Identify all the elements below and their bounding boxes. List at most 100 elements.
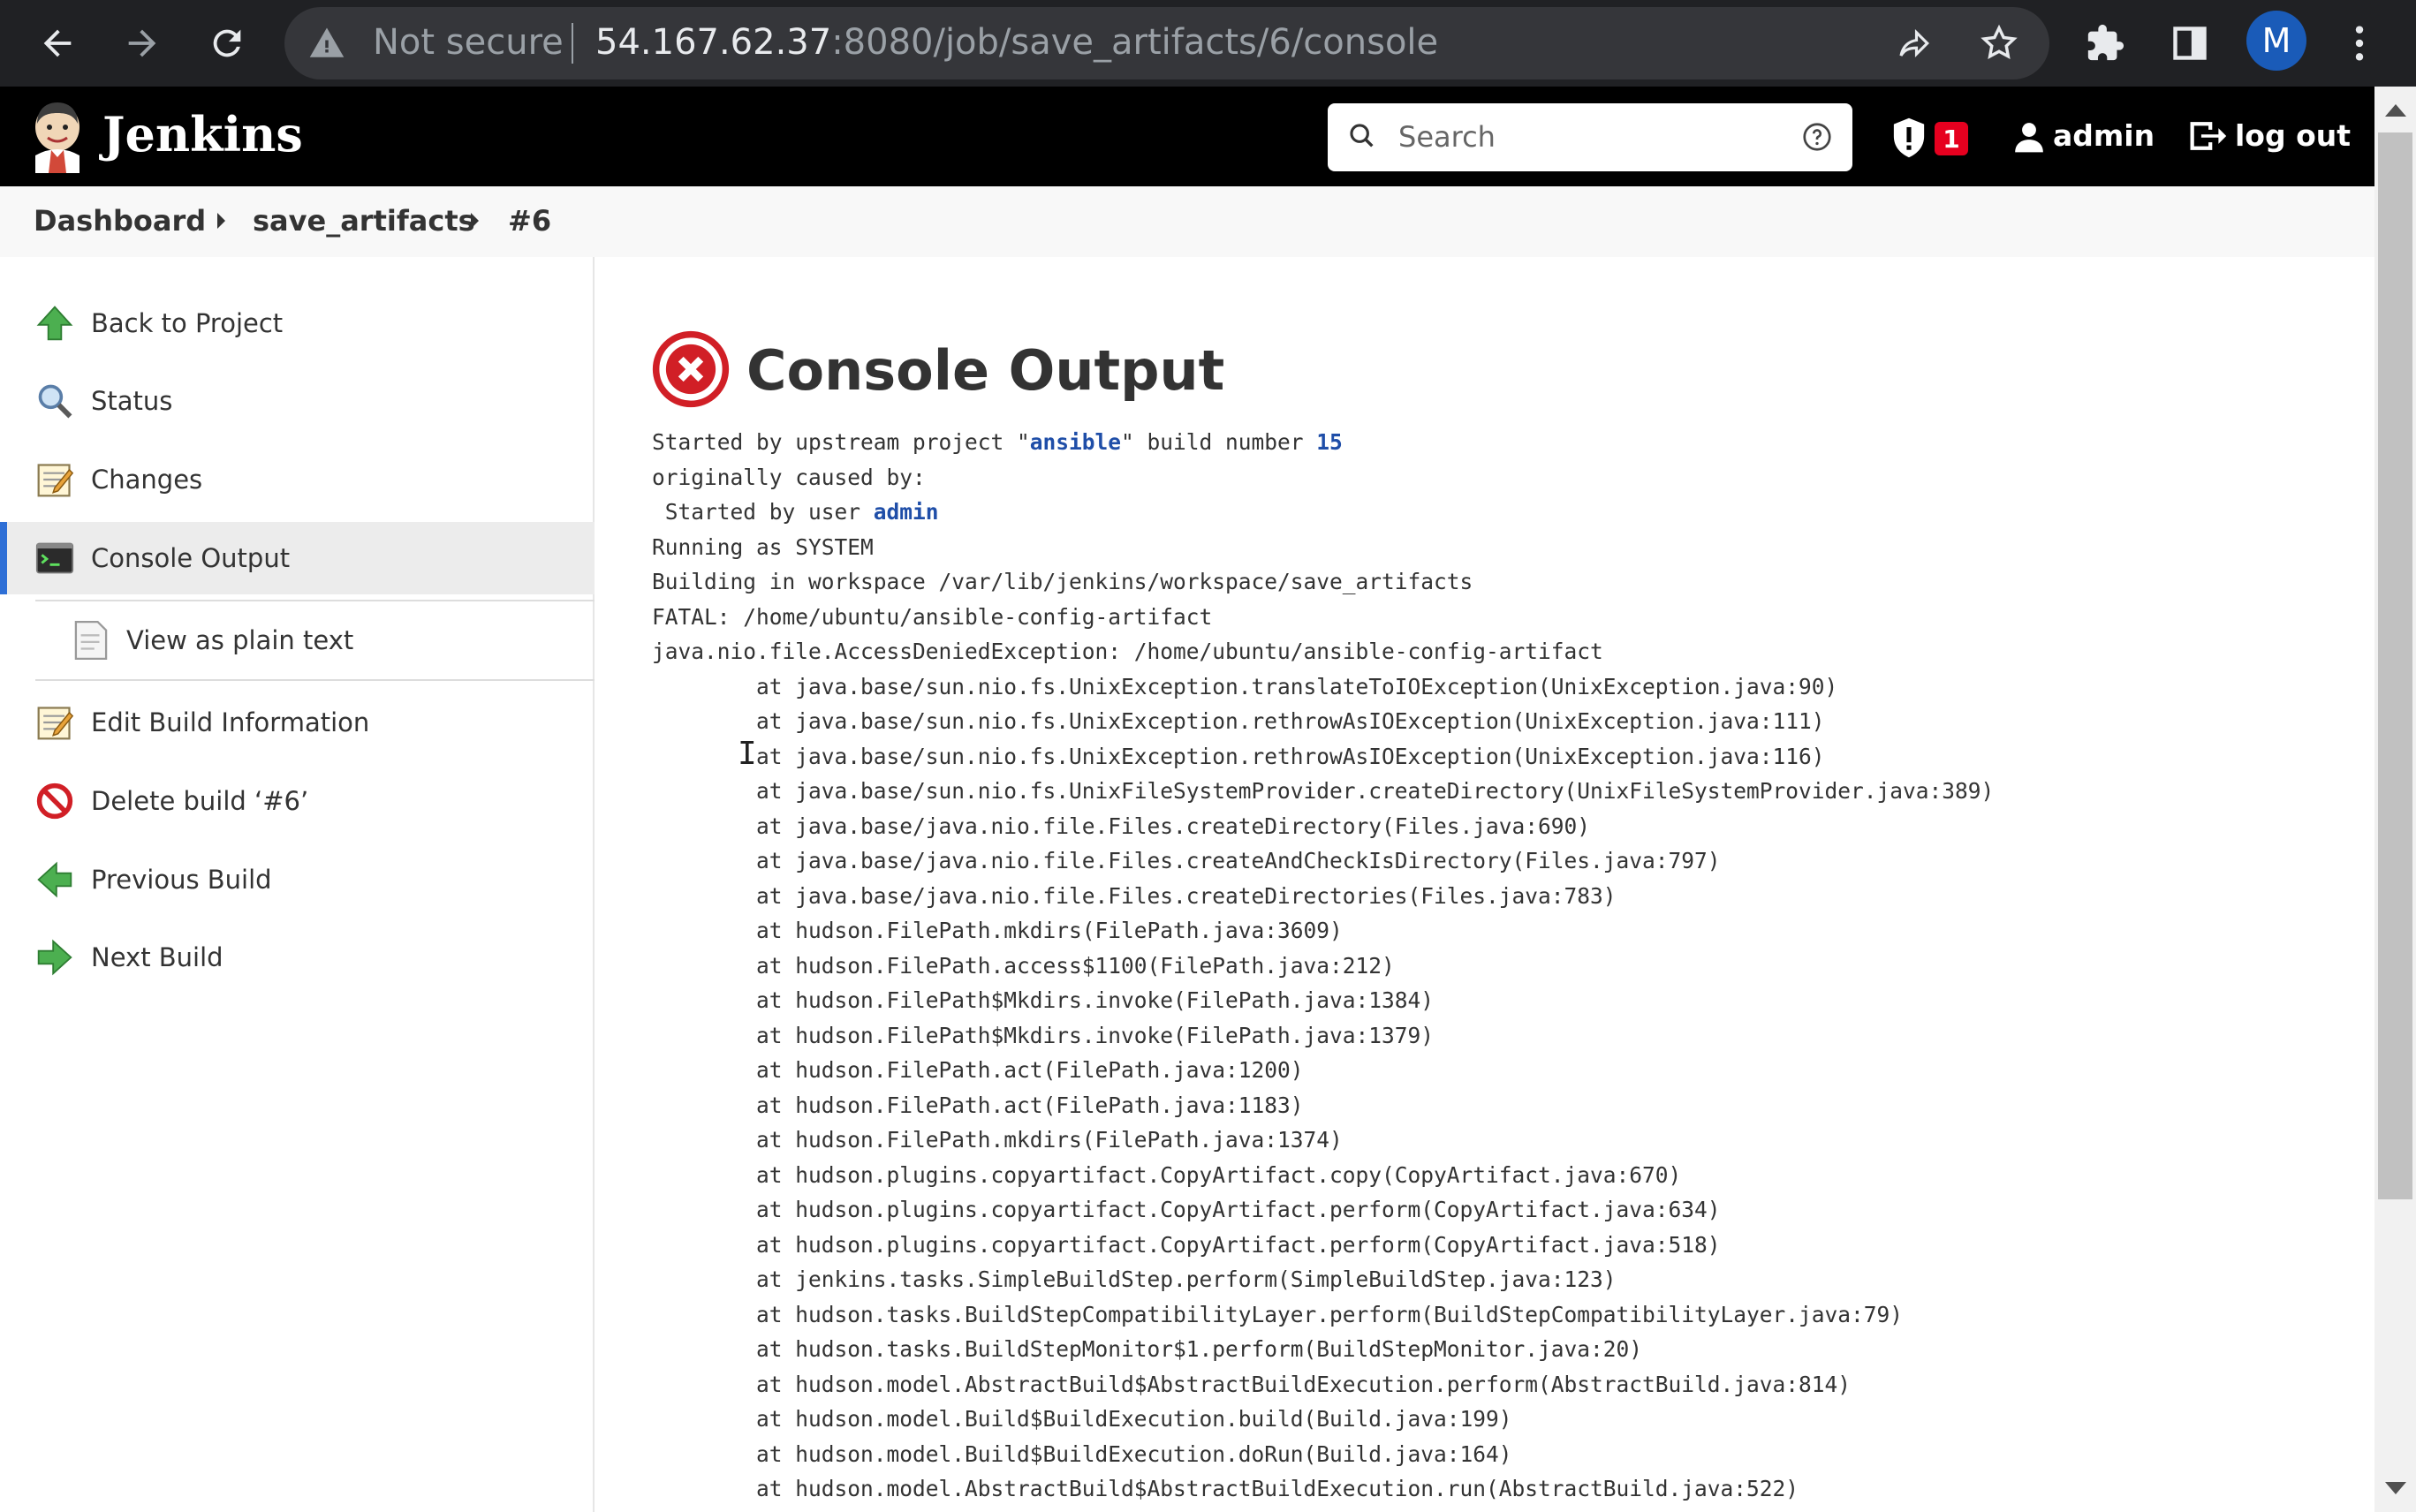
reload-icon[interactable] [196,12,258,74]
console-line: at hudson.FilePath.act(FilePath.java:120… [756,1057,1304,1083]
jenkins-title[interactable]: Jenkins [102,106,303,163]
search-icon [1350,124,1374,147]
sidebar-item-label: Console Output [91,543,291,573]
console-line: at hudson.FilePath$Mkdirs.invoke(FilePat… [756,987,1435,1013]
console-line: Started by upstream project "ansible" bu… [652,429,1343,455]
sidebar-item-back-to-project[interactable]: Back to Project [0,287,595,359]
magnifier-icon [38,384,72,419]
sidebar-item-next-build[interactable]: Next Build [0,921,595,994]
user-link[interactable]: admin [874,499,939,525]
security-badge-count[interactable]: 1 [1935,122,1968,155]
console-line: at hudson.plugins.copyartifact.CopyArtif… [756,1197,1721,1222]
sidebar-item-label: Status [91,386,173,416]
page-scrollbar[interactable] [2374,87,2416,1512]
security-shield-icon[interactable] [1890,117,1927,159]
text-cursor-icon: I [738,736,757,772]
logout-icon[interactable] [2187,118,2228,154]
console-line: at hudson.FilePath.act(FilePath.java:118… [756,1092,1304,1118]
scroll-down-arrow-icon[interactable] [2385,1482,2406,1494]
sidebar-item-label: Delete build ‘#6’ [91,786,309,816]
forward-arrow-icon[interactable] [111,12,173,74]
url-host: 54.167.62.37 [595,22,832,63]
sidebar-divider [35,679,595,681]
sidebar-item-previous-build[interactable]: Previous Build [0,843,595,916]
console-output: Started by upstream project "ansible" bu… [652,425,1994,1507]
console-line: originally caused by: [652,464,926,490]
scroll-up-arrow-icon[interactable] [2385,104,2406,117]
scrollbar-thumb[interactable] [2378,132,2412,1199]
logout-link[interactable]: log out [2235,118,2351,153]
console-line: at hudson.plugins.copyartifact.CopyArtif… [756,1161,1682,1188]
browser-toolbar: Not secure 54.167.62.37:8080/job/save_ar… [0,0,2416,87]
breadcrumb-job[interactable]: save_artifacts [253,204,475,238]
omnibox-divider [572,23,573,64]
console-line: java.nio.file.AccessDeniedException: /ho… [652,639,1603,664]
jenkins-logo-icon[interactable] [30,101,85,173]
breadcrumb-build[interactable]: #6 [508,204,551,238]
share-icon[interactable] [1894,25,1933,62]
terminal-icon [35,542,74,574]
right-arrow-icon [37,939,72,976]
jenkins-header: Jenkins 1 admin log out [0,87,2374,186]
warning-icon[interactable] [307,25,346,62]
help-icon[interactable] [1801,121,1833,153]
breadcrumb-separator-icon[interactable] [471,213,479,229]
page-title: Console Output [746,338,1225,403]
user-name-link[interactable]: admin [2053,118,2155,153]
back-arrow-icon[interactable] [27,12,88,74]
console-line: at hudson.model.AbstractBuild$AbstractBu… [652,1476,1799,1501]
console-line: at hudson.plugins.copyartifact.CopyArtif… [756,1231,1721,1258]
upstream-build-link[interactable]: 15 [1316,429,1343,455]
sidebar-item-console-output[interactable]: Console Output [0,522,595,594]
console-line: at java.base/sun.nio.fs.UnixException.re… [756,708,1825,734]
extensions-puzzle-icon[interactable] [2074,12,2136,74]
sidebar-item-changes[interactable]: Changes [0,443,595,516]
sidebar-item-label: Next Build [91,942,223,972]
console-line: at hudson.FilePath.mkdirs(FilePath.java:… [756,918,1343,943]
breadcrumb-separator-icon[interactable] [217,213,225,229]
console-log-lines: Running as SYSTEM Building in workspace … [652,534,1994,1502]
url-text: 54.167.62.37:8080/job/save_artifacts/6/c… [595,22,1438,63]
console-line: at java.base/java.nio.file.Files.createD… [756,813,1591,839]
no-entry-icon [36,782,73,820]
search-input[interactable] [1398,114,1778,160]
console-line: at hudson.model.AbstractBuild$AbstractBu… [756,1371,1852,1397]
kebab-menu-icon[interactable] [2329,12,2390,74]
sidebar: Back to Project Status Changes Console O… [0,257,595,1512]
console-line: Running as SYSTEM [652,533,874,560]
console-line: at hudson.FilePath.mkdirs(FilePath.java:… [756,1127,1343,1153]
profile-avatar[interactable]: M [2246,11,2306,71]
console-line: at hudson.model.Build$BuildExecution.bui… [756,1406,1512,1432]
main-content: Console Output Started by upstream proje… [595,257,2374,1512]
console-line: at hudson.FilePath.access$1100(FilePath.… [756,952,1395,979]
sidebar-item-edit-build-information[interactable]: Edit Build Information [0,686,595,759]
console-line: FATAL: /home/ubuntu/ansible-config-artif… [652,603,1213,630]
breadcrumb-dashboard[interactable]: Dashboard [34,204,206,238]
console-line: at java.base/sun.nio.fs.UnixException.tr… [756,673,1838,699]
side-panel-icon[interactable] [2159,12,2221,74]
sidebar-divider [35,600,595,601]
document-icon [74,620,108,661]
console-line: at java.base/sun.nio.fs.UnixFileSystemPr… [756,778,1995,804]
up-arrow-icon [36,306,73,341]
sidebar-item-label: Previous Build [91,865,272,895]
console-line: Started by user admin [652,499,939,525]
sidebar-item-delete-build[interactable]: Delete build ‘#6’ [0,765,595,837]
sidebar-item-label: View as plain text [126,625,354,655]
search-box[interactable] [1328,103,1852,171]
console-line: at hudson.FilePath$Mkdirs.invoke(FilePat… [756,1022,1435,1048]
address-bar[interactable]: Not secure 54.167.62.37:8080/job/save_ar… [284,7,2049,79]
upstream-project-link[interactable]: ansible [1030,429,1121,455]
sidebar-item-status[interactable]: Status [0,365,595,437]
console-line: at java.base/sun.nio.fs.UnixException.re… [756,743,1825,769]
breadcrumb: Dashboard save_artifacts #6 [0,186,2374,257]
console-line: at hudson.tasks.BuildStepMonitor$1.perfo… [756,1336,1643,1362]
user-icon[interactable] [2012,120,2046,154]
notepad-icon [37,464,74,497]
sidebar-item-label: Edit Build Information [91,707,370,737]
sidebar-item-view-as-plain-text[interactable]: View as plain text [0,604,595,677]
console-line: Building in workspace /var/lib/jenkins/w… [652,569,1473,594]
console-line: at hudson.tasks.BuildStepCompatibilityLa… [756,1301,1904,1327]
build-failed-icon [652,330,730,408]
bookmark-star-icon[interactable] [1979,23,2019,64]
